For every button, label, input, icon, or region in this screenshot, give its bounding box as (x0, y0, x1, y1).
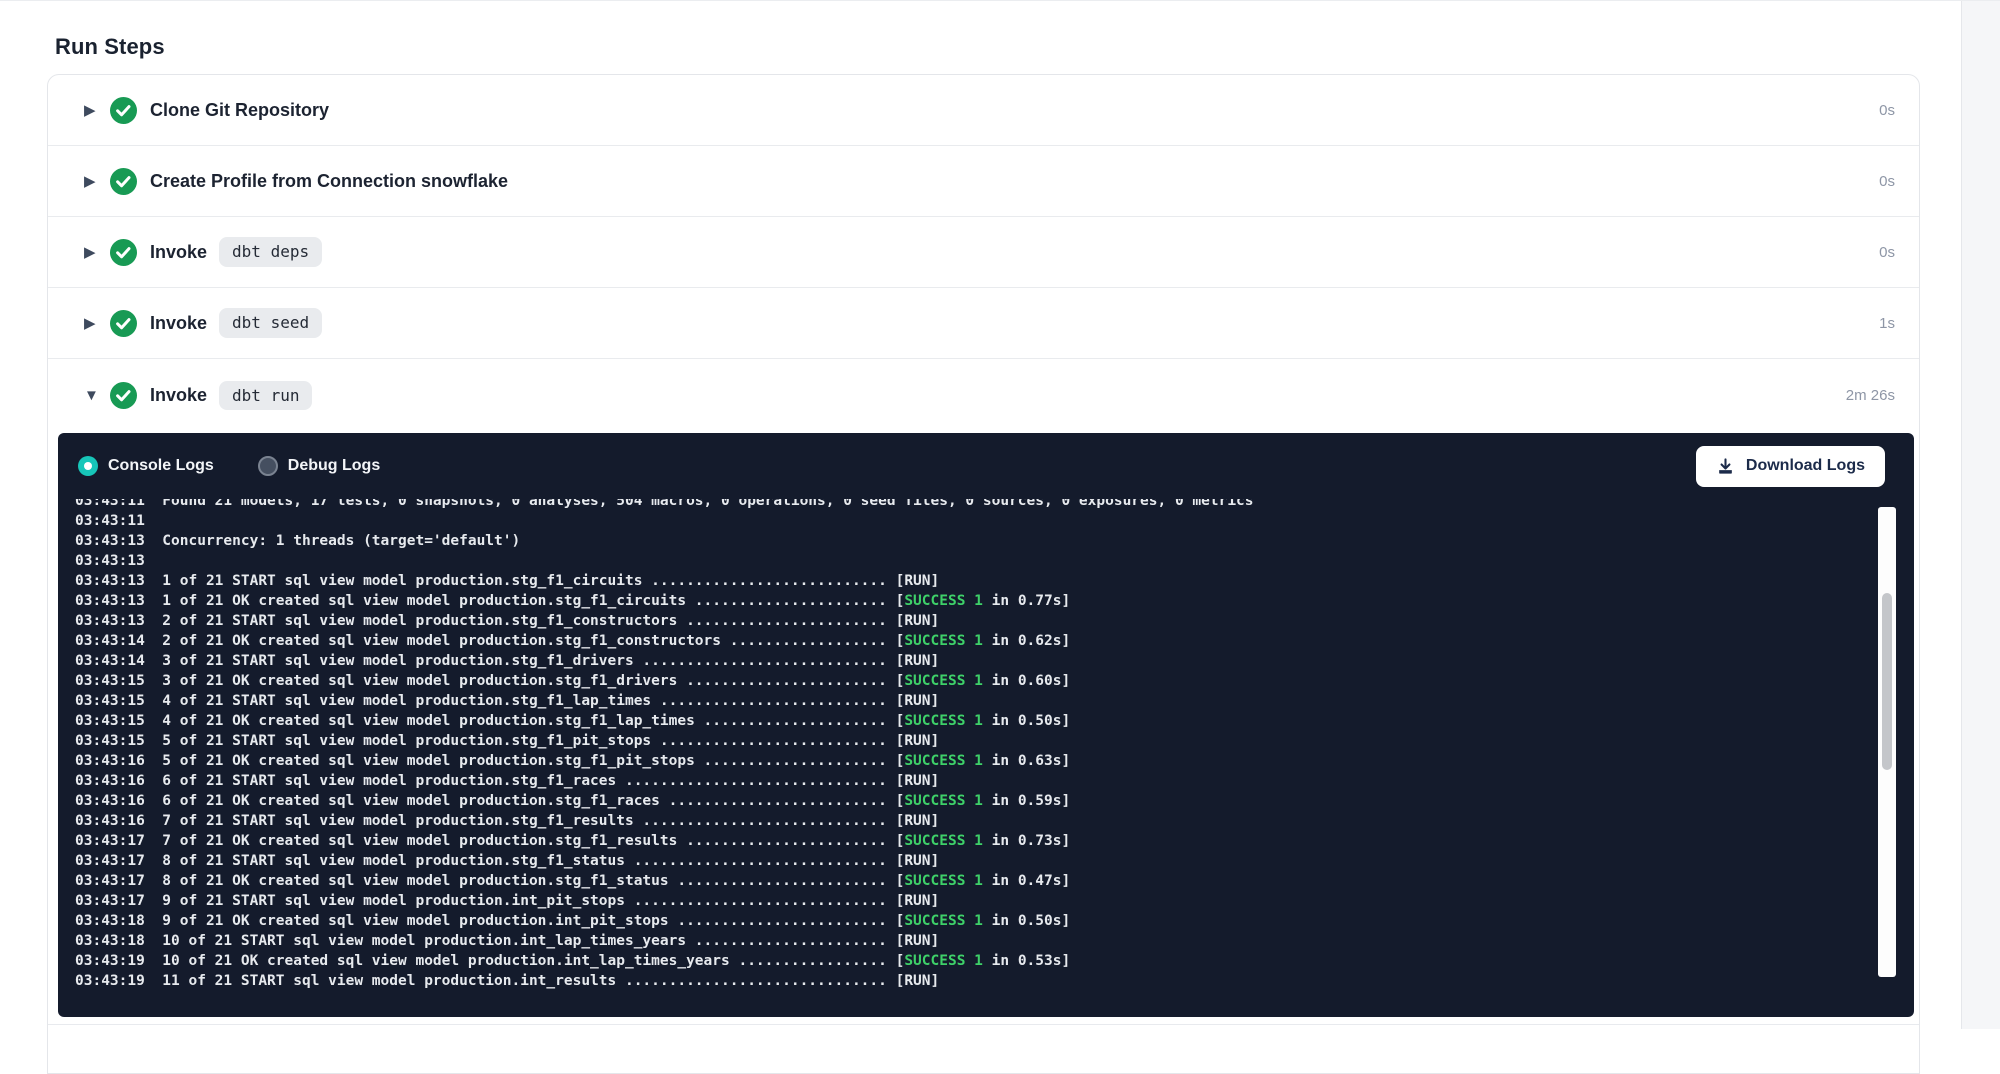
log-line: 03:43:13 2 of 21 START sql view model pr… (75, 611, 1914, 631)
log-line: 03:43:15 3 of 21 OK created sql view mod… (75, 671, 1914, 691)
log-line: 03:43:13 1 of 21 START sql view model pr… (75, 571, 1914, 591)
log-line: 03:43:17 9 of 21 START sql view model pr… (75, 891, 1914, 911)
step-duration: 0s (1879, 102, 1895, 119)
log-panel: Console Logs Debug Logs Download Logs (58, 433, 1914, 1017)
step-duration: 1s (1879, 315, 1895, 332)
log-line: 03:43:13 (75, 551, 1914, 571)
console-log-viewport[interactable]: 03:43:11 Found 21 models, 17 tests, 0 sn… (58, 499, 1914, 1017)
page-title: Run Steps (55, 34, 165, 60)
step-caret-icon[interactable]: ▶ (84, 245, 110, 260)
step-label: Create Profile from Connection snowflake (150, 171, 508, 192)
step-row[interactable]: ▶ Invoke dbt seed 1s (48, 288, 1919, 359)
step-caret-icon[interactable]: ▶ (84, 174, 110, 189)
log-line: 03:43:16 6 of 21 START sql view model pr… (75, 771, 1914, 791)
step-label: Clone Git Repository (150, 100, 329, 121)
download-logs-button[interactable]: Download Logs (1696, 446, 1885, 487)
step-status (110, 382, 150, 409)
step-row[interactable]: ▶ Clone Git Repository 0s (48, 75, 1919, 146)
run-steps-page: Run Steps ▶ Clone Git Repository 0s ▶ (0, 0, 2000, 1029)
log-scrollbar-thumb[interactable] (1882, 593, 1892, 770)
next-step-divider (48, 1024, 1919, 1025)
step-command-chip: dbt deps (219, 237, 322, 266)
step-label: Invoke (150, 313, 207, 334)
step-caret-icon[interactable]: ▶ (84, 316, 110, 331)
step-row[interactable]: ▶ Create Profile from Connection snowfla… (48, 146, 1919, 217)
download-logs-label: Download Logs (1746, 457, 1865, 475)
step-duration: 0s (1879, 244, 1895, 261)
step-caret-icon[interactable]: ▶ (84, 103, 110, 118)
log-scrollbar[interactable] (1878, 507, 1896, 977)
step-status (110, 310, 150, 337)
steps-list: ▶ Clone Git Repository 0s ▶ Create Profi… (48, 75, 1919, 432)
log-line: 03:43:18 9 of 21 OK created sql view mod… (75, 911, 1914, 931)
success-check-icon (110, 97, 137, 124)
step-command-chip: dbt run (219, 381, 312, 410)
run-steps-card: ▶ Clone Git Repository 0s ▶ Create Profi… (47, 74, 1920, 1074)
step-command-chip: dbt seed (219, 308, 322, 337)
log-line: 03:43:15 4 of 21 START sql view model pr… (75, 691, 1914, 711)
step-label: Invoke (150, 385, 207, 406)
log-line: 03:43:14 3 of 21 START sql view model pr… (75, 651, 1914, 671)
log-panel-header: Console Logs Debug Logs Download Logs (58, 433, 1914, 499)
log-line: 03:43:14 2 of 21 OK created sql view mod… (75, 631, 1914, 651)
log-type-radio-group: Console Logs Debug Logs (78, 456, 380, 476)
log-line: 03:43:19 10 of 21 OK created sql view mo… (75, 951, 1914, 971)
step-label: Invoke (150, 242, 207, 263)
log-type-radio[interactable]: Console Logs (78, 456, 214, 476)
step-status (110, 168, 150, 195)
success-check-icon (110, 310, 137, 337)
log-line: 03:43:15 5 of 21 START sql view model pr… (75, 731, 1914, 751)
log-line: 03:43:16 6 of 21 OK created sql view mod… (75, 791, 1914, 811)
log-line: 03:43:16 7 of 21 START sql view model pr… (75, 811, 1914, 831)
step-row[interactable]: ▼ Invoke dbt run 2m 26s (48, 359, 1919, 432)
step-duration: 2m 26s (1846, 387, 1895, 404)
step-duration: 0s (1879, 173, 1895, 190)
radio-icon[interactable] (258, 456, 278, 476)
success-check-icon (110, 382, 137, 409)
log-line: 03:43:16 5 of 21 OK created sql view mod… (75, 751, 1914, 771)
page-right-gutter (1961, 1, 2000, 1029)
step-caret-icon[interactable]: ▼ (84, 388, 110, 403)
radio-label: Console Logs (108, 457, 214, 475)
log-type-radio[interactable]: Debug Logs (258, 456, 380, 476)
console-log-lines: 03:43:11 Found 21 models, 17 tests, 0 sn… (75, 499, 1914, 991)
radio-icon[interactable] (78, 456, 98, 476)
log-line: 03:43:17 8 of 21 OK created sql view mod… (75, 871, 1914, 891)
log-line: 03:43:13 Concurrency: 1 threads (target=… (75, 531, 1914, 551)
step-status (110, 97, 150, 124)
log-line: 03:43:17 7 of 21 OK created sql view mod… (75, 831, 1914, 851)
log-line: 03:43:13 1 of 21 OK created sql view mod… (75, 591, 1914, 611)
log-line: 03:43:19 11 of 21 START sql view model p… (75, 971, 1914, 991)
log-line: 03:43:11 Found 21 models, 17 tests, 0 sn… (75, 499, 1914, 511)
step-row[interactable]: ▶ Invoke dbt deps 0s (48, 217, 1919, 288)
download-icon (1716, 457, 1735, 476)
log-line: 03:43:15 4 of 21 OK created sql view mod… (75, 711, 1914, 731)
success-check-icon (110, 239, 137, 266)
log-line: 03:43:18 10 of 21 START sql view model p… (75, 931, 1914, 951)
step-status (110, 239, 150, 266)
log-line: 03:43:11 (75, 511, 1914, 531)
log-line: 03:43:17 8 of 21 START sql view model pr… (75, 851, 1914, 871)
radio-label: Debug Logs (288, 457, 380, 475)
success-check-icon (110, 168, 137, 195)
